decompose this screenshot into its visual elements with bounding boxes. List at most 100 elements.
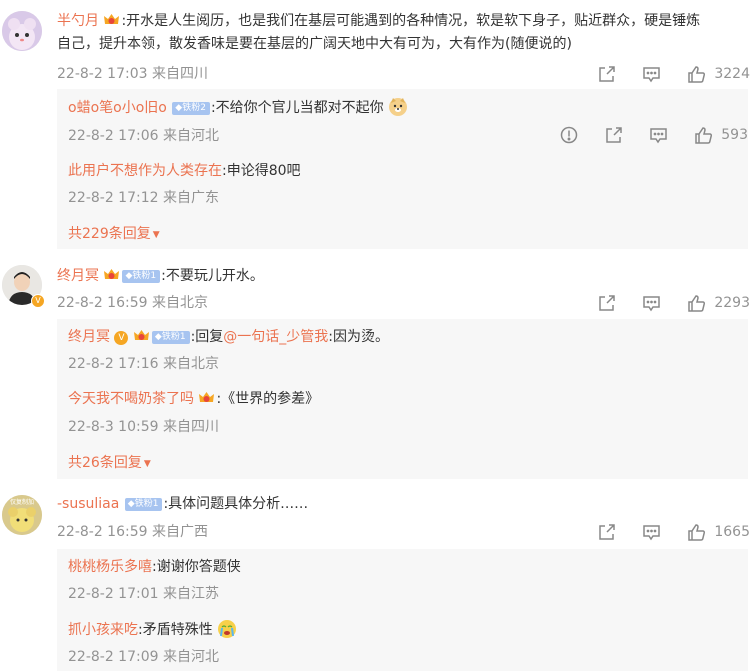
crown-badge-icon xyxy=(198,390,215,405)
reply-body: :申论得80吧 xyxy=(222,163,301,179)
comment-text: 终月冥 ◆铁粉1:不要玩儿开水。 xyxy=(57,265,748,288)
crown-badge-icon xyxy=(133,328,150,343)
reply-text: 此用户不想作为人类存在:申论得80吧 xyxy=(68,161,740,181)
reply-username[interactable]: 桃桃杨乐多嘻 xyxy=(68,559,152,575)
comment-item: 半勺月 :开水是人生阅历，也是我们在基层可能遇到的各种情况，软是软下身子，贴近群… xyxy=(0,0,756,255)
thumbs-up-icon xyxy=(688,294,706,312)
reply-username[interactable]: 今天我不喝奶茶了吗 xyxy=(68,391,194,407)
reply-username[interactable]: o蜡o笔o小o旧o xyxy=(68,100,167,116)
reply-body: :因为烫。 xyxy=(328,329,389,345)
comment-actions: 1665 xyxy=(571,522,750,542)
doge-emoji-icon xyxy=(388,97,408,123)
like-button[interactable]: 2293 xyxy=(687,294,750,313)
like-button[interactable]: 593 xyxy=(694,126,748,145)
reply-text: o蜡o笔o小o旧o ◆铁粉2:不给你个官儿当都对不起你 xyxy=(68,97,740,123)
comment-meta: 22-8-2 17:03 来自四川 xyxy=(57,66,208,82)
comment-body: :不要玩儿开水。 xyxy=(161,268,264,284)
comment-text: -susuliaa ◆铁粉1:具体问题具体分析…… xyxy=(57,493,748,516)
username[interactable]: 半勺月 xyxy=(57,13,99,29)
share-button[interactable] xyxy=(597,523,616,542)
comment-item: 仅复制加 -susuliaa ◆铁粉1:具体问题具体分析…… 22-8-2 16… xyxy=(0,485,756,671)
comment-meta: 22-8-2 16:59 来自北京 xyxy=(57,295,208,311)
comment-button[interactable] xyxy=(642,523,661,542)
avatar[interactable] xyxy=(2,11,42,51)
comment-icon xyxy=(643,66,661,82)
verified-badge-icon: V xyxy=(31,294,45,308)
reply-prefix: :回复 xyxy=(190,329,224,345)
like-count: 2293 xyxy=(714,295,750,311)
share-icon xyxy=(599,294,616,311)
more-replies-link[interactable]: 共229条回复 ▼ xyxy=(68,223,160,243)
comment-button[interactable] xyxy=(642,294,661,313)
diamond-icon: ◆ xyxy=(154,332,162,342)
username[interactable]: -susuliaa xyxy=(57,496,119,512)
comment-actions: 2293 xyxy=(571,293,750,313)
like-button[interactable]: 3224 xyxy=(687,65,750,84)
caret-down-icon: ▼ xyxy=(152,230,160,240)
reply-body: :不给你个官儿当都对不起你 xyxy=(210,100,384,116)
comment-meta: 22-8-2 16:59 来自广西 xyxy=(57,524,208,540)
comment-button[interactable] xyxy=(642,65,661,84)
avatar-caption: 仅复制加 xyxy=(10,498,34,506)
share-button[interactable] xyxy=(597,294,616,313)
crying-emoji-icon xyxy=(217,619,237,645)
reply-text: 终月冥 V ◆铁粉1:回复@一句话_少管我:因为烫。 xyxy=(68,327,740,347)
reply-body: :《世界的参差》 xyxy=(216,391,320,407)
caret-down-icon: ▼ xyxy=(143,459,151,469)
comment-actions: 3224 xyxy=(571,64,750,84)
share-icon xyxy=(599,65,616,82)
thumbs-up-icon xyxy=(695,126,713,144)
reply-meta: 22-8-2 17:12 来自广东 xyxy=(68,190,219,206)
comment-body-line1: :开水是人生阅历，也是我们在基层可能遇到的各种情况，软是软下身子，贴近群众，硬是… xyxy=(121,13,701,29)
reply-body: :矛盾特殊性 xyxy=(138,622,213,638)
comment-icon xyxy=(643,295,661,311)
thumbs-up-icon xyxy=(688,65,706,83)
reply-list: 桃桃杨乐多嘻:谢谢你答题侠 22-8-2 17:01 来自江苏 抓小孩来吃:矛盾… xyxy=(57,549,748,671)
like-count: 1665 xyxy=(714,524,750,540)
fan-badge: ◆铁粉1 xyxy=(124,498,163,511)
username[interactable]: 终月冥 xyxy=(57,268,99,284)
more-replies-link[interactable]: 共26条回复 ▼ xyxy=(68,452,151,472)
reply-actions: 593 xyxy=(534,125,748,145)
reply-meta: 22-8-2 17:06 来自河北 xyxy=(68,128,219,144)
reply-text: 抓小孩来吃:矛盾特殊性 xyxy=(68,619,740,645)
like-count: 3224 xyxy=(714,66,750,82)
reply-text: 今天我不喝奶茶了吗 :《世界的参差》 xyxy=(68,389,740,409)
like-button[interactable]: 1665 xyxy=(687,523,750,542)
reply-text: 桃桃杨乐多嘻:谢谢你答题侠 xyxy=(68,557,740,577)
mention-link[interactable]: @一句话_少管我 xyxy=(223,329,328,345)
reply-username[interactable]: 抓小孩来吃 xyxy=(68,622,138,638)
fan-badge: ◆铁粉1 xyxy=(122,270,161,283)
reply-meta: 22-8-2 17:16 来自北京 xyxy=(68,356,219,372)
comment-body-line2: 自己，提升本领，散发香味是要在基层的广阔天地中大有可为，大有作为(随便说的) xyxy=(57,36,572,52)
diamond-icon: ◆ xyxy=(127,499,135,509)
reply-list: 终月冥 V ◆铁粉1:回复@一句话_少管我:因为烫。 22-8-2 17:16 … xyxy=(57,319,748,479)
share-icon xyxy=(606,126,623,143)
fan-badge: ◆铁粉2 xyxy=(172,102,210,115)
comment-body: :具体问题具体分析…… xyxy=(163,496,309,512)
comment-icon xyxy=(650,127,668,143)
share-button[interactable] xyxy=(604,126,623,145)
comment-item: V 终月冥 ◆铁粉1:不要玩儿开水。 22-8-2 16:59 来自北京 229… xyxy=(0,255,756,485)
reply-meta: 22-8-3 10:59 来自四川 xyxy=(68,419,219,435)
comment-text: 半勺月 :开水是人生阅历，也是我们在基层可能遇到的各种情况，软是软下身子，贴近群… xyxy=(57,10,748,56)
verified-icon: V xyxy=(114,331,129,345)
share-icon xyxy=(599,523,616,540)
comment-button[interactable] xyxy=(649,126,668,145)
reply-meta: 22-8-2 17:09 来自河北 xyxy=(68,649,219,665)
report-button[interactable] xyxy=(560,126,578,144)
report-icon xyxy=(561,126,578,144)
reply-username[interactable]: 此用户不想作为人类存在 xyxy=(68,163,222,179)
reply-meta: 22-8-2 17:01 来自江苏 xyxy=(68,586,219,602)
like-count: 593 xyxy=(721,127,748,143)
reply-list: o蜡o笔o小o旧o ◆铁粉2:不给你个官儿当都对不起你 22-8-2 17:06… xyxy=(57,89,748,249)
avatar[interactable]: 仅复制加 xyxy=(2,495,42,535)
reply-body: :谢谢你答题侠 xyxy=(152,559,241,575)
crown-badge-icon xyxy=(103,12,120,27)
thumbs-up-icon xyxy=(688,523,706,541)
reply-username[interactable]: 终月冥 xyxy=(68,329,110,345)
crown-badge-icon xyxy=(103,267,120,282)
comment-icon xyxy=(643,524,661,540)
share-button[interactable] xyxy=(597,65,616,84)
fan-badge: ◆铁粉1 xyxy=(151,331,190,344)
